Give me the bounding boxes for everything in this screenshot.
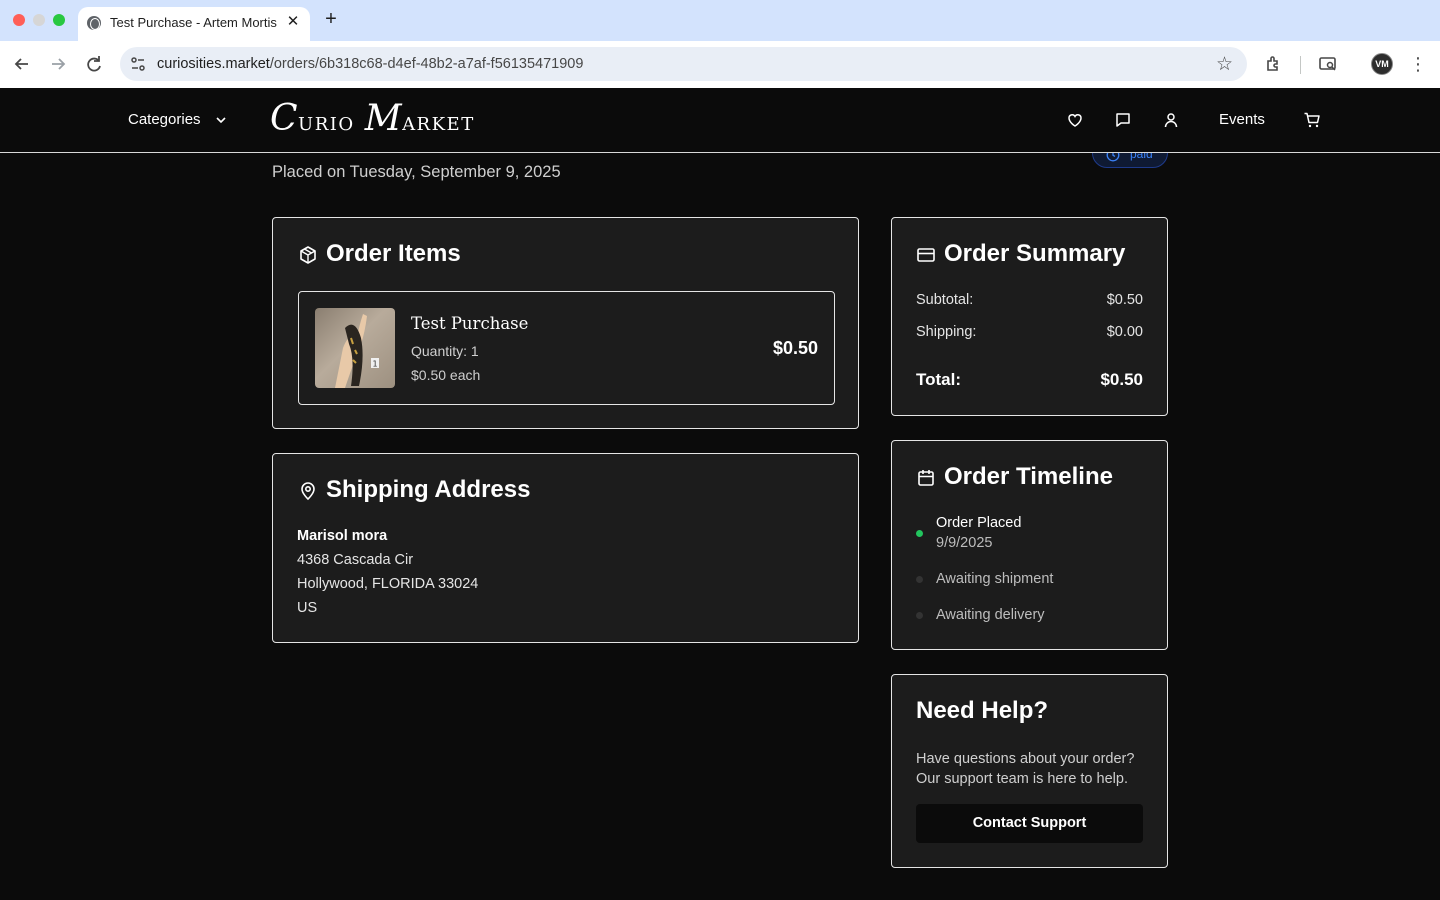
globe-icon [87, 16, 101, 30]
extensions-icon[interactable] [1264, 54, 1284, 74]
site-header: Categories CURIO MARKET Events [0, 88, 1440, 153]
shipping-address-title: Shipping Address [326, 476, 531, 503]
timeline-step-label: Order Placed [936, 515, 1022, 531]
subtotal-row: Subtotal: $0.50 [916, 292, 1143, 308]
logo-word-urio: URIO [298, 114, 355, 135]
total-row: Total: $0.50 [916, 370, 1143, 390]
tab-title: Test Purchase - Artem Mortis [110, 15, 277, 30]
order-summary-title: Order Summary [944, 240, 1126, 267]
categories-menu[interactable]: Categories [128, 111, 201, 128]
street-address: 4368 Cascada Cir [297, 552, 414, 568]
order-items-card: Order Items 1 Test Purchase Quantity: 1 … [272, 217, 859, 429]
calendar-icon [918, 470, 934, 486]
timeline-step-label: Awaiting shipment [936, 571, 1054, 587]
order-timeline-card: Order Timeline Order Placed 9/9/2025 Awa… [891, 440, 1168, 650]
events-link[interactable]: Events [1219, 111, 1265, 128]
heart-icon[interactable] [1066, 111, 1084, 129]
city-state-zip: Hollywood, FLORIDA 33024 [297, 576, 479, 592]
reload-button[interactable] [83, 53, 105, 75]
window-minimize-button[interactable] [33, 14, 45, 26]
timeline-step-date: 9/9/2025 [936, 535, 993, 551]
timeline-dot-complete [916, 530, 923, 537]
shipping-address-card: Shipping Address Marisol mora 4368 Casca… [272, 453, 859, 643]
item-photo: 1 [335, 314, 379, 388]
item-quantity: Quantity: 1 [411, 343, 479, 359]
bookmark-star-icon[interactable]: ☆ [1216, 53, 1233, 76]
reload-icon [87, 56, 101, 72]
need-help-title: Need Help? [916, 697, 1049, 724]
cart-icon[interactable] [1303, 111, 1321, 129]
url-text[interactable]: curiosities.market/orders/6b318c68-d4ef-… [157, 56, 583, 72]
contact-support-button[interactable]: Contact Support [916, 804, 1143, 843]
shipping-label: Shipping: [916, 324, 977, 340]
shipping-row: Shipping: $0.00 [916, 324, 1143, 340]
item-name[interactable]: Test Purchase [411, 314, 528, 333]
order-summary-card: Order Summary Subtotal: $0.50 Shipping: … [891, 217, 1168, 416]
url-path: /orders/6b318c68-d4ef-48b2-a7af-f5613547… [269, 56, 584, 72]
subtotal-label: Subtotal: [916, 292, 974, 308]
browser-toolbar: curiosities.market/orders/6b318c68-d4ef-… [0, 41, 1440, 88]
forward-button[interactable] [47, 53, 69, 75]
logo-letter-c: C [270, 98, 299, 139]
item-thumbnail[interactable]: 1 [315, 308, 395, 388]
profile-avatar[interactable]: VM [1371, 53, 1393, 75]
item-unit-price: $0.50 each [411, 367, 481, 383]
need-help-card: Need Help? Have questions about your ord… [891, 674, 1168, 868]
order-placed-date: Placed on Tuesday, September 9, 2025 [272, 163, 561, 181]
subtotal-value: $0.50 [1106, 292, 1143, 308]
recipient-name: Marisol mora [297, 528, 388, 544]
credit-card-icon [917, 248, 935, 262]
help-description: Have questions about your order? Our sup… [916, 751, 1135, 787]
site-logo[interactable]: CURIO MARKET [270, 98, 475, 139]
country: US [297, 600, 318, 616]
timeline-step-label: Awaiting delivery [936, 607, 1045, 623]
new-tab-button[interactable]: + [321, 8, 341, 30]
timeline-dot-pending [916, 576, 923, 583]
browser-menu-icon[interactable]: ⋮ [1408, 53, 1428, 75]
timeline-dot-pending [916, 612, 923, 619]
back-button[interactable] [11, 53, 33, 75]
logo-word-arket: ARKET [402, 114, 475, 135]
tab-search-icon[interactable] [1318, 54, 1338, 74]
window-close-button[interactable] [13, 14, 25, 26]
back-arrow-icon [14, 58, 28, 70]
forward-arrow-icon [52, 58, 66, 70]
url-host: curiosities.market [157, 56, 270, 72]
package-icon [300, 246, 316, 264]
item-total-price: $0.50 [772, 338, 818, 358]
browser-tab-bar: Test Purchase - Artem Mortis ✕ + [0, 0, 1440, 41]
site-info-icon[interactable] [130, 56, 146, 72]
order-item[interactable]: 1 Test Purchase Quantity: 1 $0.50 each $… [298, 291, 835, 405]
shipping-value: $0.00 [1106, 324, 1143, 340]
user-icon[interactable] [1162, 111, 1180, 129]
window-maximize-button[interactable] [53, 14, 65, 26]
message-icon[interactable] [1114, 111, 1132, 129]
total-label: Total: [916, 370, 962, 389]
logo-letter-m: M [364, 98, 403, 139]
map-pin-icon [301, 482, 315, 501]
order-items-title: Order Items [326, 240, 461, 267]
chevron-down-icon[interactable] [214, 113, 228, 127]
address-bar[interactable]: curiosities.market/orders/6b318c68-d4ef-… [120, 47, 1247, 81]
svg-text:1: 1 [373, 360, 378, 369]
close-tab-icon[interactable]: ✕ [284, 13, 302, 31]
browser-tab[interactable]: Test Purchase - Artem Mortis ✕ [78, 7, 310, 41]
toolbar-divider [1300, 56, 1301, 74]
total-value: $0.50 [1100, 370, 1143, 389]
order-timeline-title: Order Timeline [944, 463, 1113, 490]
